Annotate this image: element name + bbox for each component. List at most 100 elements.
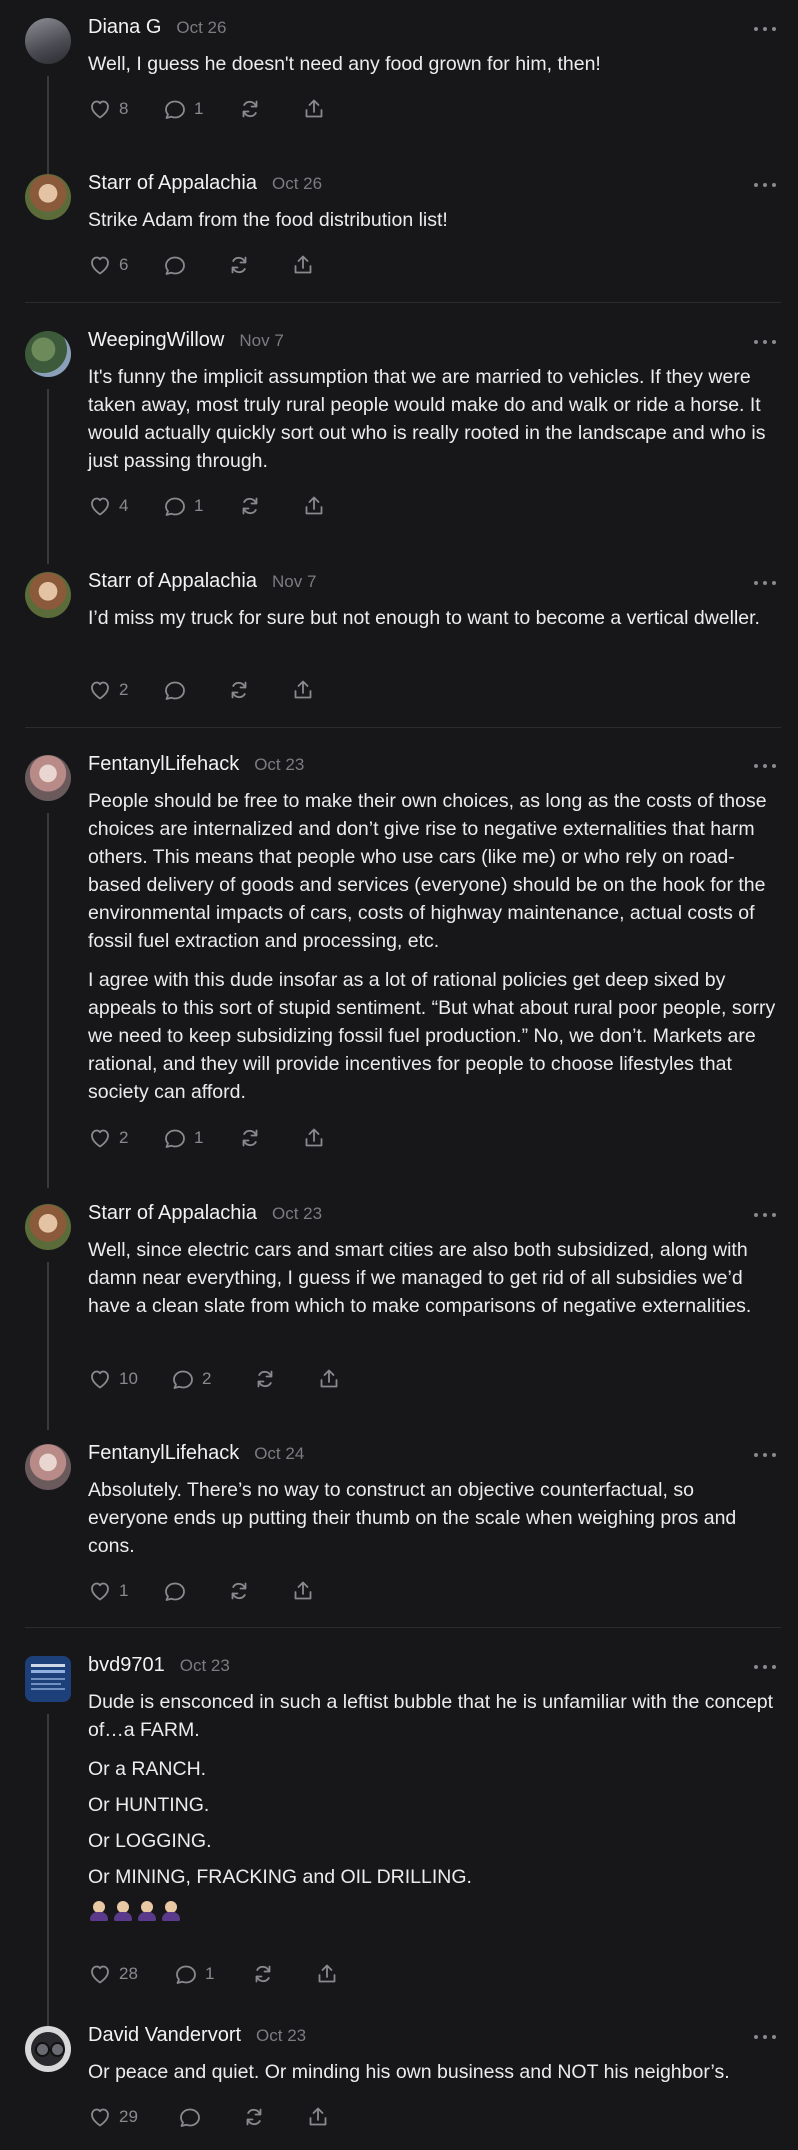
reply-button[interactable]: 1 xyxy=(163,97,238,121)
share-button[interactable] xyxy=(302,494,326,518)
share-button[interactable] xyxy=(317,1367,341,1391)
like-button[interactable]: 6 xyxy=(88,253,163,277)
comment-bubble-icon xyxy=(165,1129,185,1148)
like-button[interactable]: 2 xyxy=(88,1126,163,1150)
comment-header: FentanylLifehack Oct 23 xyxy=(88,753,304,781)
avatar[interactable] xyxy=(25,18,71,64)
author-name[interactable]: Diana G xyxy=(88,16,161,39)
more-options-icon[interactable] xyxy=(754,180,776,190)
comment-body: Well, I guess he doesn't need any food g… xyxy=(88,50,778,89)
reply-count: 1 xyxy=(194,99,204,118)
person-emoji-icon xyxy=(160,1899,182,1921)
more-options-icon[interactable] xyxy=(754,761,776,771)
comment-date[interactable]: Oct 23 xyxy=(272,1204,322,1224)
share-button[interactable] xyxy=(315,1962,339,1986)
share-button[interactable] xyxy=(302,1126,326,1150)
comment-bubble-icon xyxy=(165,256,185,275)
comment-date[interactable]: Oct 23 xyxy=(254,755,304,775)
comment-date[interactable]: Nov 7 xyxy=(239,331,283,351)
avatar[interactable] xyxy=(25,1656,71,1702)
avatar[interactable] xyxy=(25,174,71,220)
like-button[interactable]: 8 xyxy=(88,97,163,121)
restack-button[interactable] xyxy=(253,1367,317,1391)
like-button[interactable]: 10 xyxy=(88,1367,171,1391)
comment-date[interactable]: Oct 26 xyxy=(272,174,322,194)
restack-button[interactable] xyxy=(227,678,291,702)
restack-icon xyxy=(231,256,247,274)
comment-date[interactable]: Nov 7 xyxy=(272,572,316,592)
like-button[interactable]: 4 xyxy=(88,494,163,518)
comment-date[interactable]: Oct 24 xyxy=(254,1444,304,1464)
avatar[interactable] xyxy=(25,1204,71,1250)
reply-button[interactable] xyxy=(163,678,227,702)
like-button[interactable]: 28 xyxy=(88,1962,174,1986)
comment-actions: 2 1 xyxy=(88,1124,326,1152)
author-name[interactable]: Starr of Appalachia xyxy=(88,1202,257,1225)
more-options-icon[interactable] xyxy=(754,24,776,34)
share-button[interactable] xyxy=(291,253,315,277)
comment-paragraph: Or MINING, FRACKING and OIL DRILLING. xyxy=(88,1866,472,1888)
like-button[interactable]: 1 xyxy=(88,1579,163,1603)
author-name[interactable]: Starr of Appalachia xyxy=(88,172,257,195)
restack-button[interactable] xyxy=(242,2105,306,2129)
more-options-icon[interactable] xyxy=(754,578,776,588)
like-count: 28 xyxy=(119,1964,138,1983)
reply-button[interactable]: 1 xyxy=(163,1126,238,1150)
like-count: 2 xyxy=(119,1128,129,1147)
reply-button[interactable]: 1 xyxy=(174,1962,251,1986)
comment-header: Starr of Appalachia Oct 26 xyxy=(88,172,322,200)
like-count: 4 xyxy=(119,496,129,515)
share-button[interactable] xyxy=(306,2105,330,2129)
like-button[interactable]: 29 xyxy=(88,2105,178,2129)
share-icon xyxy=(309,2107,327,2126)
author-name[interactable]: David Vandervort xyxy=(88,2024,241,2047)
share-button[interactable] xyxy=(302,97,326,121)
reply-button[interactable] xyxy=(178,2105,242,2129)
avatar[interactable] xyxy=(25,572,71,618)
author-name[interactable]: FentanylLifehack xyxy=(88,753,239,776)
more-options-icon[interactable] xyxy=(754,1450,776,1460)
restack-button[interactable] xyxy=(238,494,302,518)
comment-actions: 28 1 xyxy=(88,1960,339,1988)
author-name[interactable]: bvd9701 xyxy=(88,1654,165,1677)
avatar[interactable] xyxy=(25,755,71,801)
thread-divider xyxy=(25,1627,781,1628)
author-name[interactable]: WeepingWillow xyxy=(88,329,224,352)
reply-button[interactable]: 2 xyxy=(171,1367,253,1391)
restack-button[interactable] xyxy=(238,1126,302,1150)
like-button[interactable]: 2 xyxy=(88,678,163,702)
emoji-row xyxy=(88,1899,778,1921)
more-options-icon[interactable] xyxy=(754,2032,776,2042)
comment-body: People should be free to make their own … xyxy=(88,787,778,1117)
person-emoji-icon xyxy=(88,1899,110,1921)
reply-count: 1 xyxy=(205,1964,215,1983)
comment-date[interactable]: Oct 23 xyxy=(256,2026,306,2046)
restack-button[interactable] xyxy=(227,1579,291,1603)
thread-divider xyxy=(25,302,781,303)
more-options-icon[interactable] xyxy=(754,1210,776,1220)
avatar[interactable] xyxy=(25,331,71,377)
author-name[interactable]: Starr of Appalachia xyxy=(88,570,257,593)
comment-date[interactable]: Oct 26 xyxy=(176,18,226,38)
comment-body: Well, since electric cars and smart citi… xyxy=(88,1236,778,1331)
restack-button[interactable] xyxy=(238,97,302,121)
restack-button[interactable] xyxy=(227,253,291,277)
more-options-icon[interactable] xyxy=(754,337,776,347)
reply-button[interactable] xyxy=(163,1579,227,1603)
share-icon xyxy=(305,496,323,515)
share-button[interactable] xyxy=(291,678,315,702)
reply-button[interactable] xyxy=(163,253,227,277)
author-name[interactable]: FentanylLifehack xyxy=(88,1442,239,1465)
comment-date[interactable]: Oct 23 xyxy=(180,1656,230,1676)
more-options-icon[interactable] xyxy=(754,1662,776,1672)
restack-button[interactable] xyxy=(251,1962,315,1986)
heart-icon xyxy=(91,1370,109,1389)
comment-body: Strike Adam from the food distribution l… xyxy=(88,206,778,245)
avatar[interactable] xyxy=(25,1444,71,1490)
heart-icon xyxy=(91,681,109,700)
share-button[interactable] xyxy=(291,1579,315,1603)
thread-line xyxy=(47,1714,49,2064)
avatar[interactable] xyxy=(25,2026,71,2072)
reply-button[interactable]: 1 xyxy=(163,494,238,518)
comment-paragraph: Strike Adam from the food distribution l… xyxy=(88,209,448,231)
